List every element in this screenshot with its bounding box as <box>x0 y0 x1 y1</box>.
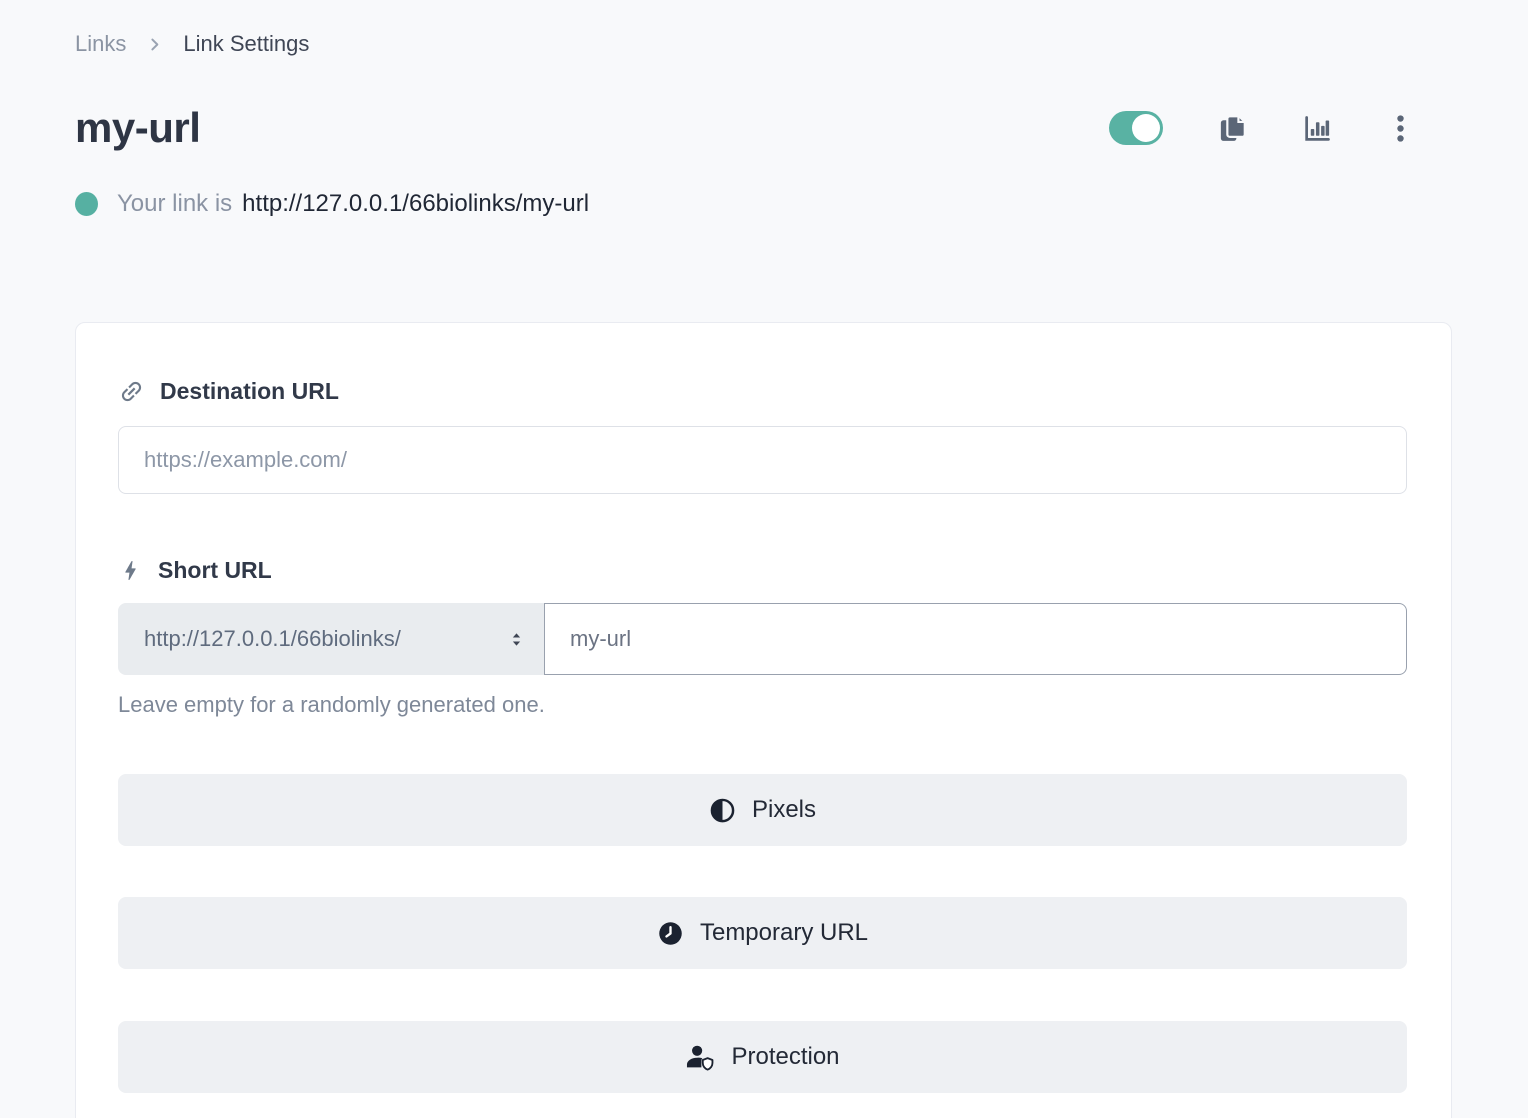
more-menu-kebab-icon[interactable] <box>1387 113 1414 144</box>
chevron-right-icon <box>146 36 163 53</box>
domain-select[interactable]: http://127.0.0.1/66biolinks/ <box>118 603 544 675</box>
page-title: my-url <box>75 103 200 153</box>
protection-button-label: Protection <box>731 1043 839 1071</box>
sort-arrows-icon <box>507 630 526 649</box>
page-container: Links Link Settings my-url <box>75 0 1452 1118</box>
copy-icon[interactable] <box>1217 113 1248 144</box>
short-url-input[interactable] <box>544 603 1407 675</box>
toggle-knob <box>1132 114 1160 142</box>
destination-url-label-text: Destination URL <box>160 377 339 405</box>
breadcrumb-links[interactable]: Links <box>75 31 126 57</box>
short-url-label-text: Short URL <box>158 556 272 584</box>
temporary-url-button-label: Temporary URL <box>700 919 868 947</box>
status-url: http://127.0.0.1/66biolinks/my-url <box>242 190 589 218</box>
breadcrumb: Links Link Settings <box>75 0 1452 57</box>
temporary-url-section-button[interactable]: Temporary URL <box>118 897 1407 969</box>
header-actions <box>1109 111 1452 145</box>
statistics-bar-chart-icon[interactable] <box>1302 113 1333 144</box>
pixels-section-button[interactable]: Pixels <box>118 774 1407 846</box>
clock-icon <box>657 920 684 947</box>
link-icon <box>118 378 145 405</box>
pixels-button-label: Pixels <box>752 796 816 824</box>
short-url-help-text: Leave empty for a randomly generated one… <box>118 692 1407 718</box>
breadcrumb-link-settings: Link Settings <box>183 31 309 57</box>
short-url-label: Short URL <box>118 556 1407 584</box>
status-dot <box>75 192 98 216</box>
destination-url-input[interactable] <box>118 426 1407 494</box>
link-enabled-toggle[interactable] <box>1109 111 1163 145</box>
protection-section-button[interactable]: Protection <box>118 1021 1407 1093</box>
link-status: Your link is http://127.0.0.1/66biolinks… <box>75 190 1452 218</box>
user-shield-icon <box>685 1043 715 1071</box>
status-prefix: Your link is <box>117 190 232 218</box>
destination-url-label: Destination URL <box>118 377 1407 405</box>
domain-select-value: http://127.0.0.1/66biolinks/ <box>144 626 401 652</box>
adjust-half-circle-icon <box>709 797 736 824</box>
bolt-icon <box>118 558 143 583</box>
link-settings-card: Destination URL Short URL http://127.0.0… <box>75 322 1452 1118</box>
short-url-group: http://127.0.0.1/66biolinks/ <box>118 603 1407 675</box>
page-header: my-url <box>75 103 1452 153</box>
